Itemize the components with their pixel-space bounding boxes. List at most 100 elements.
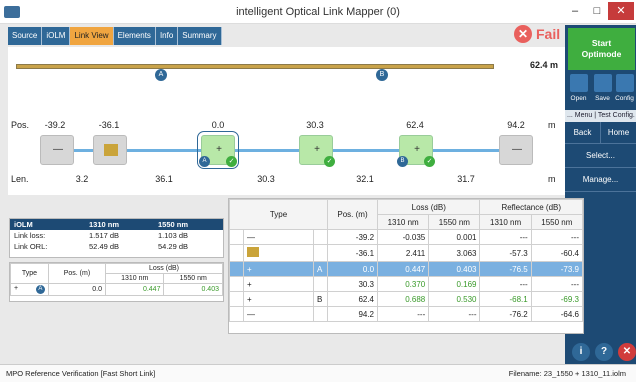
tab-elements[interactable]: Elements — [113, 27, 156, 45]
back-button[interactable]: Back — [565, 122, 601, 144]
summary-wavelength: 1310 nm — [85, 219, 154, 230]
column-header: Type — [10, 263, 49, 284]
bookmark-a-icon[interactable]: A — [155, 69, 167, 81]
badge-a-icon: A — [35, 285, 45, 294]
fail-icon: ✕ — [514, 25, 532, 43]
start-label: Start — [591, 38, 612, 48]
table-row[interactable]: — -39.2 -0.035 0.001 --- --- — [229, 229, 584, 245]
event-connector[interactable]: + ✓ — [299, 135, 335, 167]
status-bar: MPO Reference Verification [Fast Short L… — [0, 364, 636, 382]
column-header: Pos. (m) — [47, 263, 107, 284]
start-optimode-button[interactable]: Start Optimode — [568, 28, 635, 70]
table-row[interactable]: + A 0.0 0.447 0.403 — [10, 283, 223, 296]
disk-icon — [593, 74, 612, 92]
table-row[interactable]: +30.3 0.370 0.169 --- --- — [229, 276, 584, 292]
loss-cell: 0.370 — [377, 276, 430, 292]
loss-cell: 3.063 — [428, 244, 481, 262]
position-label: 0.0 — [211, 120, 225, 130]
event-end[interactable]: — — [499, 135, 533, 165]
length-label: 30.3 — [257, 174, 275, 184]
table-row[interactable]: + B 62.4 0.688 0.530 -68.1 -69.3 — [229, 291, 584, 307]
table-row[interactable]: -36.1 2.411 3.063 -57.3 -60.4 — [229, 244, 584, 262]
optimode-label: Optimode — [581, 49, 622, 59]
length-unit: m — [548, 174, 556, 184]
save-label: Save — [595, 95, 610, 102]
position-cell: -39.2 — [326, 229, 379, 245]
badge-cell — [313, 229, 328, 245]
title-bar: intelligent Optical Link Mapper (0) – □ … — [0, 0, 636, 24]
info-icon[interactable]: i — [572, 343, 590, 361]
length-header: Len. — [11, 174, 29, 184]
connector-icon: + — [414, 144, 420, 155]
loss-cell: 0.447 — [104, 283, 165, 296]
status-indicator: ✕ Fail — [514, 25, 560, 43]
loss-cell: --- — [377, 306, 430, 322]
iolm-summary: iOLM 1310 nm 1550 nm Link loss: 1.517 dB 1.1… — [9, 218, 224, 258]
connector-icon: + — [243, 291, 314, 307]
tab-iolm[interactable]: iOLM — [42, 27, 71, 45]
close-button[interactable]: ✕ — [608, 2, 634, 20]
summary-label: Link loss: — [14, 231, 46, 240]
help-icon[interactable]: ? — [595, 343, 613, 361]
event-splitter[interactable] — [93, 135, 127, 165]
length-label: 36.1 — [155, 174, 173, 184]
reflectance-cell: -73.9 — [530, 261, 584, 277]
test-mode-label: MPO Reference Verification [Fast Short L… — [6, 369, 156, 378]
select-button[interactable]: Select... — [565, 144, 636, 168]
length-label: 31.7 — [457, 174, 475, 184]
reflectance-cell: --- — [479, 276, 532, 292]
tab-source[interactable]: Source — [8, 27, 43, 45]
column-header: 1310 nm — [479, 214, 532, 230]
tab-info[interactable]: Info — [155, 27, 179, 45]
badge-cell — [313, 276, 328, 292]
table-row[interactable]: —94.2 --- --- -76.2 -64.6 — [229, 306, 584, 322]
badge-b-icon: B — [397, 156, 408, 167]
event-launch[interactable]: — — [40, 135, 74, 165]
minimize-button[interactable]: – — [564, 2, 586, 20]
reflectance-cell: -76.2 — [479, 306, 532, 322]
reflectance-cell: -69.3 — [530, 291, 584, 307]
connector-icon: + — [216, 144, 222, 155]
summary-wavelength: 1550 nm — [154, 219, 223, 230]
column-header: Loss (dB) — [377, 199, 481, 215]
event-b[interactable]: + B ✓ — [397, 135, 435, 167]
maximize-button[interactable]: □ — [586, 2, 608, 20]
column-header: Reflectance (dB) — [479, 199, 583, 215]
connector-icon: + — [14, 285, 19, 292]
position-label: 30.3 — [306, 120, 324, 130]
reflectance-cell: --- — [479, 229, 532, 245]
summary-value: 1.517 dB — [89, 231, 120, 240]
config-label: Config — [615, 95, 634, 102]
badge-a-icon: A — [199, 156, 210, 167]
column-header: 1310 nm — [377, 214, 430, 230]
tab-summary[interactable]: Summary — [178, 27, 222, 45]
type-cell: + A — [10, 283, 49, 296]
loss-cell: --- — [428, 306, 481, 322]
summary-title: iOLM — [10, 219, 86, 230]
loss-cell: 0.403 — [428, 261, 481, 277]
position-label: -36.1 — [98, 120, 120, 130]
exit-icon[interactable]: ✕ — [618, 343, 636, 361]
save-button[interactable]: Save — [592, 74, 613, 104]
link-length: 62.4 m — [530, 60, 559, 70]
open-button[interactable]: Open — [568, 74, 589, 104]
position-cell: 62.4 — [326, 291, 379, 307]
column-header: Loss (dB) — [105, 263, 223, 274]
tab-link-view[interactable]: Link View — [70, 27, 114, 45]
bookmark-b-icon[interactable]: B — [376, 69, 388, 81]
events-table: Type Pos. (m) Loss (dB) Reflectance (dB)… — [228, 198, 584, 334]
loss-cell: 0.169 — [428, 276, 481, 292]
table-row[interactable]: + A 0.0 0.447 0.403 -76.5 -73.9 — [229, 261, 584, 277]
menu-strip[interactable]: ... Menu | Test Config. — [565, 110, 636, 122]
event-a[interactable]: + A ✓ — [197, 131, 239, 169]
home-button[interactable]: Home — [601, 122, 636, 144]
link-overview-bar[interactable] — [16, 64, 494, 69]
filename-label: Filename: 23_1550 + 1310_11.iolm — [508, 369, 626, 378]
manage-button[interactable]: Manage... — [565, 168, 636, 192]
connector-icon: + — [243, 276, 314, 292]
folder-icon — [569, 74, 588, 92]
summary-label: Link ORL: — [14, 242, 48, 251]
badge-cell — [313, 306, 328, 322]
loss-cell: 0.001 — [428, 229, 481, 245]
config-button[interactable]: Config — [614, 74, 635, 104]
